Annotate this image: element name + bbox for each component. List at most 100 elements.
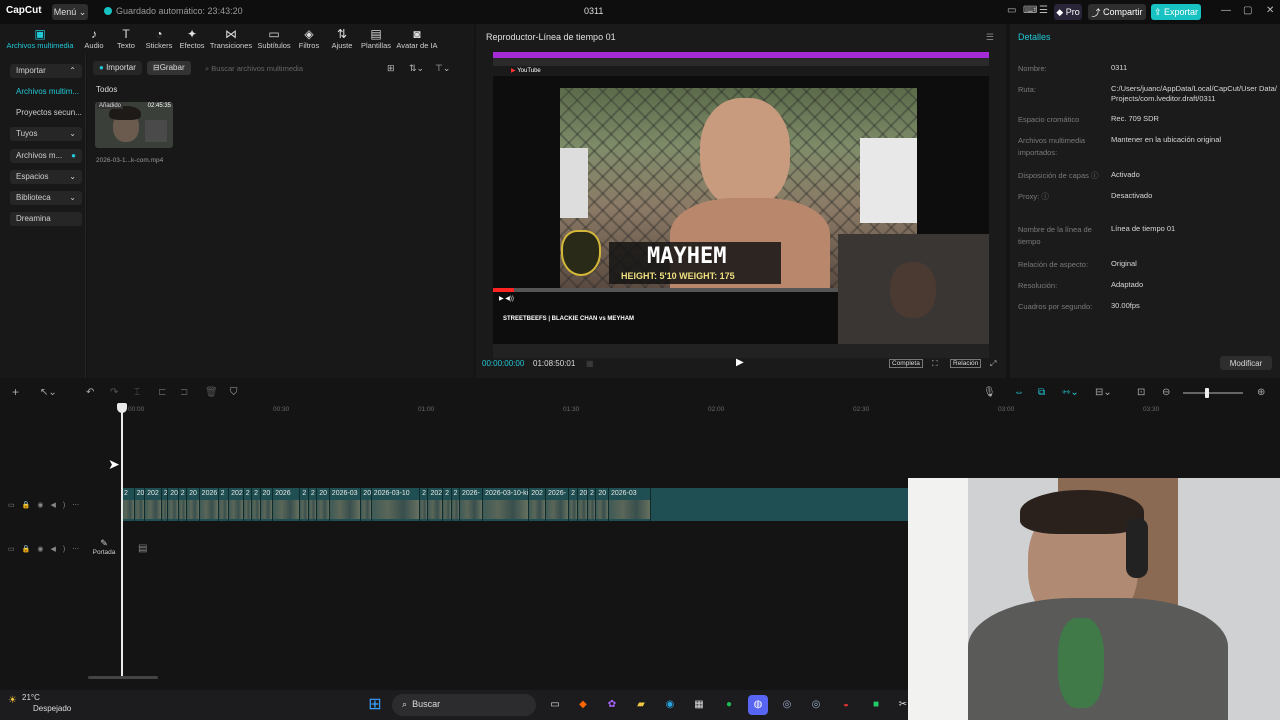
video-progress-track[interactable]	[493, 288, 838, 292]
zoom-fit-icon[interactable]: ⊕	[1257, 387, 1265, 398]
sidebar-item-secondary-projects[interactable]: Proyectos secun...	[10, 106, 82, 120]
export-button[interactable]: ⇪ Exportar	[1151, 4, 1201, 20]
info-icon[interactable]: ⓘ	[1091, 171, 1099, 180]
visibility-icon[interactable]: ◉	[37, 546, 50, 553]
timeline-clip[interactable]: 2	[178, 488, 188, 521]
timeline-clip[interactable]: 2	[569, 488, 578, 521]
grid-view-icon[interactable]: ⊞	[387, 63, 395, 74]
filter-all-label[interactable]: Todos	[96, 85, 117, 94]
timeline-clip[interactable]: 20	[577, 488, 589, 521]
sidebar-item-spaces[interactable]: Espacios ⌄	[10, 170, 82, 184]
close-icon[interactable]: ✕	[1266, 5, 1274, 16]
modify-button[interactable]: Modificar	[1220, 356, 1272, 370]
timeline-clip[interactable]: 2026-03-10-king	[483, 488, 530, 521]
snap-icon[interactable]: ⧉	[1038, 387, 1045, 398]
timeline-clip[interactable]: 20	[596, 488, 609, 521]
marker-icon[interactable]: ⛉	[230, 387, 238, 398]
record-button[interactable]: ⊟Grabar	[147, 61, 191, 75]
timeline-clip[interactable]: 2026-03	[329, 488, 362, 521]
track-type-icon[interactable]: ▭	[8, 546, 22, 553]
keyboard-icon[interactable]: ⌨	[1023, 5, 1037, 16]
list-icon[interactable]: ☰	[1039, 5, 1048, 16]
video-preview[interactable]: ▶ YouTube MAYHEM HEIGHT: 5'10 WEIGHT: 17…	[493, 52, 989, 358]
media-clip-thumbnail[interactable]: Añadido 02:45:35	[95, 102, 173, 148]
play-button[interactable]: ▶	[736, 357, 744, 368]
delete-icon[interactable]: 🗑	[205, 387, 218, 398]
timeline-clip[interactable]: 2	[218, 488, 230, 521]
split-icon[interactable]: ⌶	[134, 387, 140, 398]
more-icon[interactable]: ⋯	[72, 546, 86, 553]
capcut-icon[interactable]: ✂	[893, 695, 913, 715]
task-view-icon[interactable]: ▭	[545, 695, 565, 715]
volume-icon[interactable]: ◀)	[50, 546, 72, 553]
timeline-clip[interactable]: 2	[243, 488, 253, 521]
align-icon[interactable]: ⊟⌄	[1095, 387, 1112, 398]
lock-icon[interactable]: 🔒	[22, 546, 38, 553]
timeline-clip[interactable]: 2026	[199, 488, 219, 521]
timeline-clip[interactable]: 2026-	[546, 488, 570, 521]
windows-start-icon[interactable]: ⊞	[365, 695, 385, 715]
timeline-clip[interactable]: 2	[300, 488, 309, 521]
timeline-clip[interactable]: 202	[229, 488, 244, 521]
timeline-clip[interactable]: 2026-03-10	[371, 488, 421, 521]
preview-axis-icon[interactable]: ⇿⌄	[1062, 387, 1079, 398]
zoom-slider-handle[interactable]	[1205, 388, 1209, 398]
steam-icon[interactable]: ◎	[777, 695, 797, 715]
sort-icon[interactable]: ⇅⌄	[409, 63, 424, 74]
timeline-clip[interactable]: 2	[122, 488, 135, 521]
timeline-clip[interactable]: 2026-	[459, 488, 484, 521]
main-video-track[interactable]: 2202022202220202622022220202622202026-03…	[122, 488, 908, 521]
timeline-clip[interactable]: 20	[260, 488, 274, 521]
visibility-icon[interactable]: ◉	[37, 502, 50, 509]
menu-button[interactable]: Menú ⌄	[52, 4, 88, 20]
search-input[interactable]: ⌕ Buscar archivos multimedia	[197, 61, 369, 75]
timeline-clip[interactable]: 2	[252, 488, 261, 521]
sidebar-item-yours[interactable]: Tuyos ⌄	[10, 127, 82, 141]
timeline-clip[interactable]: 202	[529, 488, 547, 521]
timeline-clip[interactable]: 202	[428, 488, 444, 521]
timeline-clip[interactable]: 2	[308, 488, 318, 521]
caption-icon[interactable]: ⊡	[1137, 387, 1145, 398]
sidebar-item-dreamina[interactable]: Dreamina	[10, 212, 82, 226]
timeline-clip[interactable]: 202	[145, 488, 162, 521]
timeline-clip[interactable]: 2026-03	[609, 488, 651, 521]
timeline-clip[interactable]: 2	[588, 488, 597, 521]
discord-icon[interactable]: ◍	[748, 695, 768, 715]
more-icon[interactable]: ⋯	[72, 502, 86, 509]
tab-avatar[interactable]: ◙ Avatar de IA	[394, 27, 440, 50]
import-button[interactable]: ● Importar	[93, 61, 142, 75]
add-icon[interactable]: +	[12, 385, 19, 399]
full-quality-button[interactable]: Completa	[889, 359, 923, 368]
timeline-clip[interactable]: 2	[443, 488, 452, 521]
tab-transitions[interactable]: ⋈ Transiciones	[209, 27, 253, 50]
zoom-out-icon[interactable]: ⊖	[1162, 387, 1170, 398]
ratio-button[interactable]: Relación	[950, 359, 982, 368]
info-icon[interactable]: ⓘ	[1041, 192, 1049, 201]
minimize-icon[interactable]: —	[1221, 5, 1231, 16]
audio-track-icon[interactable]: ▤	[138, 543, 147, 554]
undo-icon[interactable]: ↶	[86, 387, 94, 398]
copilot-icon[interactable]: ✿	[602, 695, 622, 715]
menu-icon[interactable]: ☰	[986, 32, 994, 43]
sidebar-item-media-files[interactable]: Archivos m... ●	[10, 149, 82, 163]
cover-button[interactable]: ✎ Portada	[92, 538, 116, 560]
lock-icon[interactable]: 🔒	[22, 502, 38, 509]
app-icon[interactable]: ■	[866, 695, 886, 715]
pro-button[interactable]: ◆ Pro	[1054, 4, 1082, 20]
sidebar-item-import[interactable]: Importar ⌃	[10, 64, 82, 78]
link-icon[interactable]: ⇔	[1014, 387, 1024, 398]
tab-effects[interactable]: ✦ Efectos	[170, 27, 214, 50]
sidebar-item-library[interactable]: Biblioteca ⌄	[10, 191, 82, 205]
spotify-icon[interactable]: ●	[719, 695, 739, 715]
brave-icon[interactable]: ◆	[573, 695, 593, 715]
timeline-clip[interactable]: 20	[361, 488, 372, 521]
select-tool-icon[interactable]: ↖⌄	[40, 387, 57, 398]
tab-media[interactable]: ▣ Archivos multimedia	[4, 27, 76, 50]
timeline-clip[interactable]: 2	[420, 488, 429, 521]
edge-icon[interactable]: ◉	[660, 695, 680, 715]
timeline-clip[interactable]: 20	[187, 488, 200, 521]
fullscreen-icon[interactable]: ⤢	[990, 359, 996, 369]
timeline-clip[interactable]: 20	[317, 488, 330, 521]
taskbar-search[interactable]: ⌕ Buscar	[392, 694, 536, 716]
volume-icon[interactable]: ◀)	[50, 502, 72, 509]
